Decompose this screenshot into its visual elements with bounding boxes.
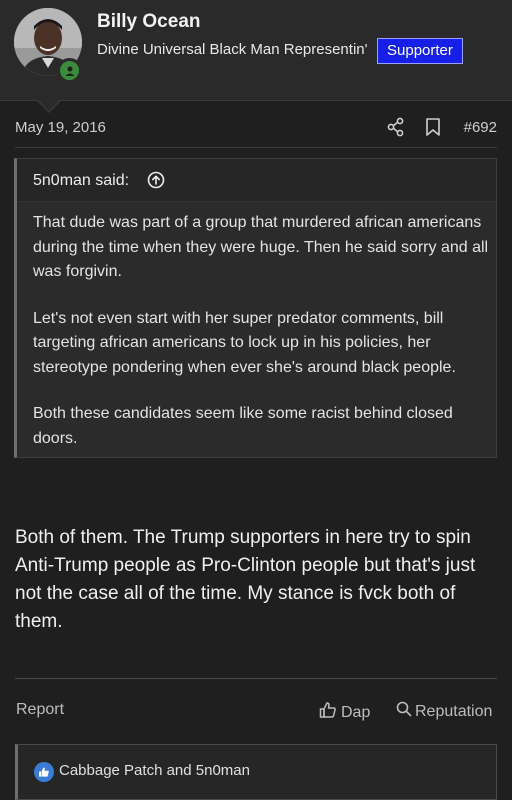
footer-divider bbox=[15, 678, 497, 679]
quote-paragraph: Let's not even start with her super pred… bbox=[33, 309, 456, 376]
quote-paragraph: That dude was part of a group that murde… bbox=[33, 214, 489, 280]
post-message: Both of them. The Trump supporters in he… bbox=[15, 527, 476, 632]
share-icon[interactable] bbox=[387, 117, 405, 137]
post-header: Billy Ocean Divine Universal Black Man R… bbox=[0, 0, 512, 101]
reaction-users[interactable]: Cabbage Patch and 5n0man bbox=[59, 762, 250, 779]
post-number[interactable]: #692 bbox=[464, 119, 497, 136]
quote-header: 5n0man said: bbox=[17, 159, 496, 202]
header-pointer-inner bbox=[38, 100, 60, 111]
quote-author[interactable]: 5n0man said: bbox=[33, 172, 129, 190]
search-icon bbox=[396, 701, 412, 722]
thumbs-up-icon bbox=[319, 701, 337, 724]
user-online-icon bbox=[57, 58, 82, 83]
post-meta: May 19, 2016 #692 bbox=[15, 117, 497, 139]
username[interactable]: Billy Ocean bbox=[97, 11, 201, 33]
reputation-button[interactable]: Reputation bbox=[396, 701, 492, 722]
bookmark-icon[interactable] bbox=[425, 117, 441, 137]
reputation-label: Reputation bbox=[415, 702, 493, 720]
quote-paragraph: Both these candidates seem like some rac… bbox=[33, 405, 453, 447]
reactions-bar[interactable]: Cabbage Patch and 5n0man bbox=[15, 744, 497, 800]
report-link[interactable]: Report bbox=[16, 701, 64, 719]
quote-body: That dude was part of a group that murde… bbox=[33, 211, 489, 473]
quote-block: 5n0man said: That dude was part of a gro… bbox=[14, 158, 497, 458]
meta-divider bbox=[15, 147, 497, 148]
user-title: Divine Universal Black Man Representin' bbox=[97, 41, 368, 58]
dap-label: Dap bbox=[341, 703, 371, 721]
arrow-up-circle-icon[interactable] bbox=[147, 171, 165, 189]
post-date[interactable]: May 19, 2016 bbox=[15, 119, 106, 136]
dap-button[interactable]: Dap bbox=[319, 701, 370, 724]
thumbs-up-icon bbox=[34, 762, 54, 782]
supporter-badge: Supporter bbox=[377, 38, 463, 64]
